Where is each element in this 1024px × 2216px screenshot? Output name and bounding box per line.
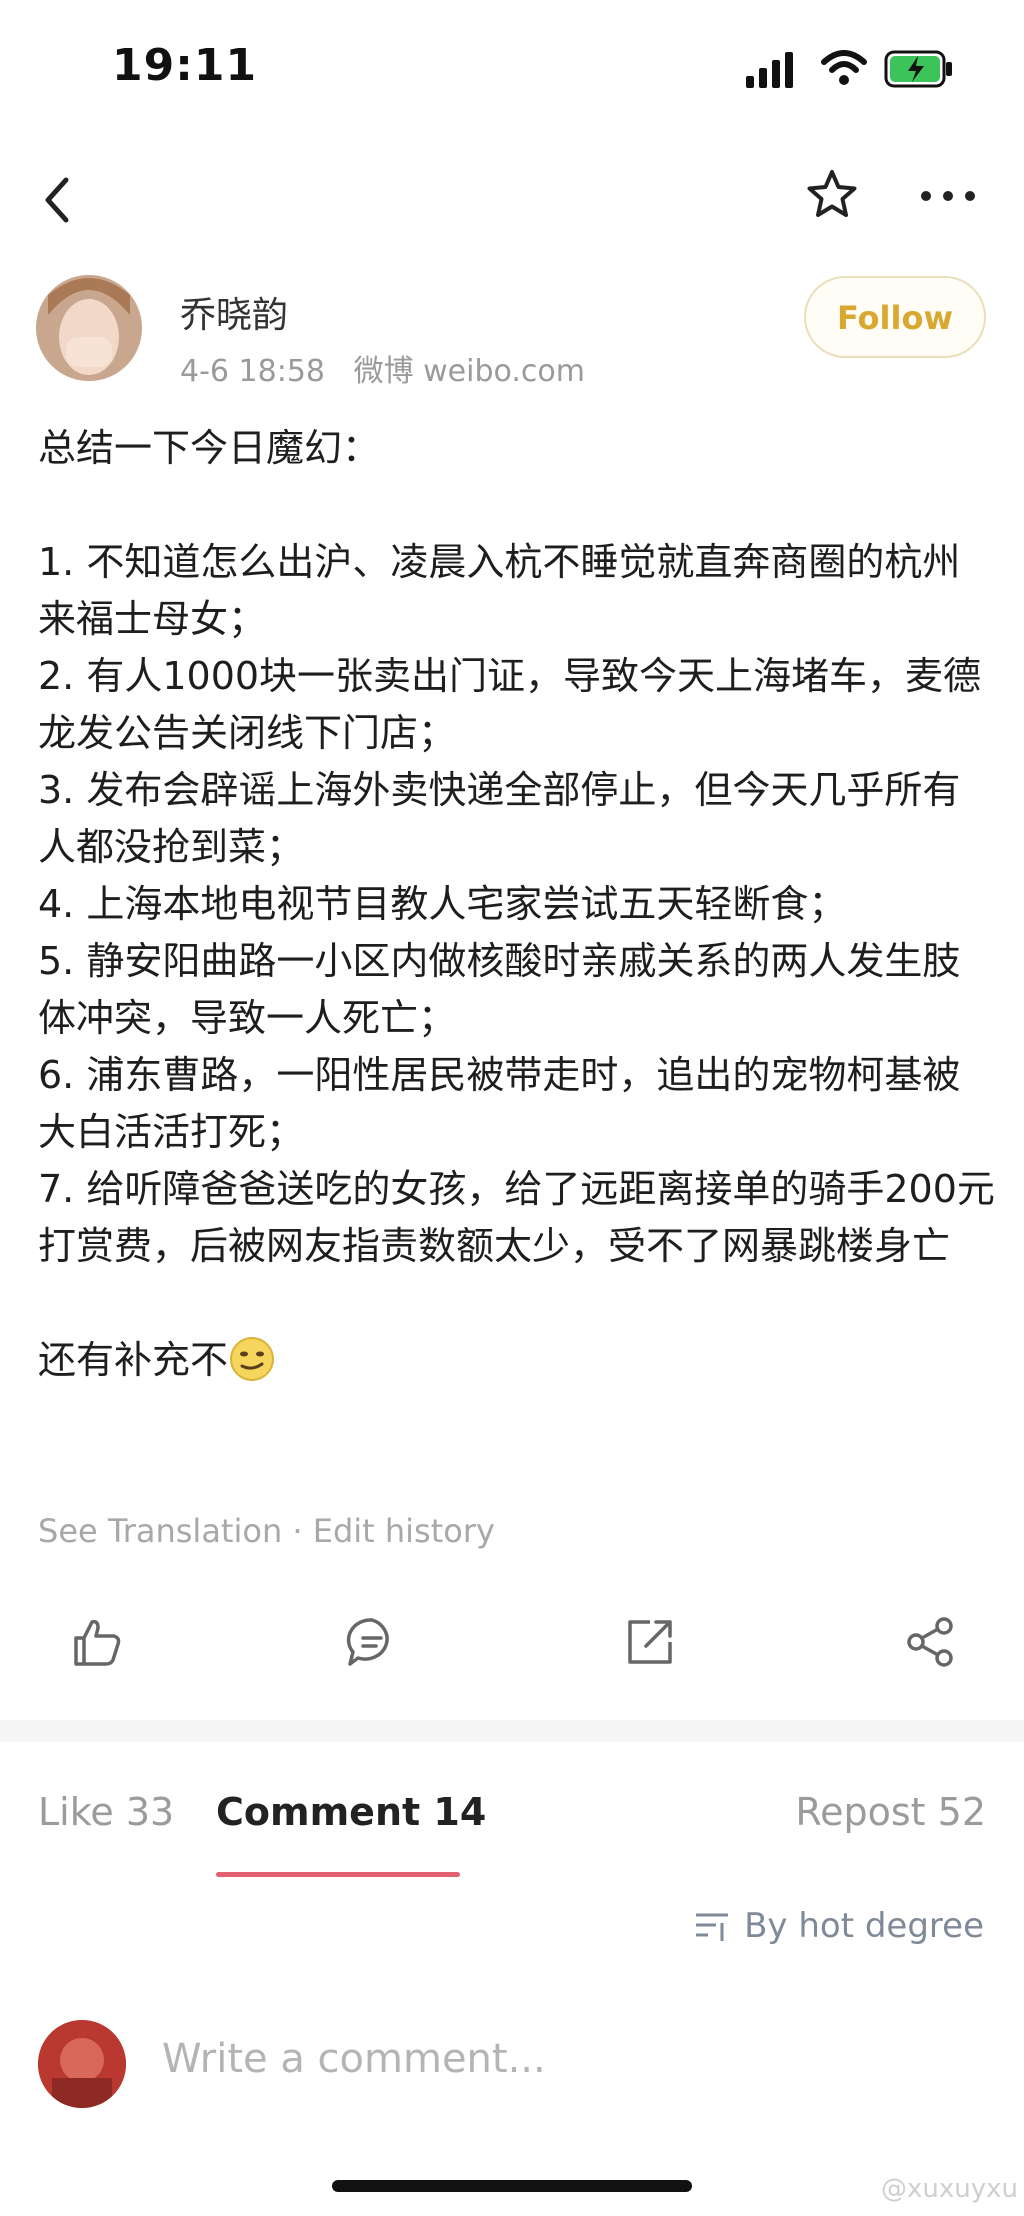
tab-comment[interactable]: Comment 14 <box>216 1790 486 1834</box>
star-icon[interactable] <box>802 166 862 226</box>
post-line-last: 还有补充不 <box>38 1332 998 1389</box>
wifi-icon <box>821 50 867 85</box>
back-icon[interactable] <box>36 168 76 232</box>
edit-history-link[interactable]: Edit history <box>313 1512 495 1550</box>
post-line: 5. 静安阳曲路一小区内做核酸时亲戚关系的两人发生肢体冲突，导致一人死亡； <box>38 939 961 1040</box>
nav-bar <box>0 140 1024 260</box>
see-translation-link[interactable]: See Translation <box>38 1512 282 1550</box>
comment-input[interactable]: Write a comment... <box>162 2036 546 2082</box>
author-name[interactable]: 乔晓韵 <box>180 286 288 338</box>
user-avatar <box>38 2020 126 2108</box>
link-separator: · <box>292 1512 303 1550</box>
post-line: 总结一下今日魔幻： <box>38 426 381 470</box>
post-source: 微博 weibo.com <box>353 354 585 389</box>
share-icon[interactable] <box>900 1612 960 1672</box>
watermark: @xuxuyxu <box>881 2174 1018 2204</box>
status-bar: 19:11 <box>0 0 1024 140</box>
post-line: 2. 有人1000块一张卖出门证，导致今天上海堵车，麦德龙发公告关闭线下门店； <box>38 654 982 755</box>
comment-icon[interactable] <box>342 1612 402 1672</box>
like-icon[interactable] <box>66 1612 126 1672</box>
action-bar <box>0 1612 1024 1692</box>
author-avatar[interactable] <box>36 275 142 381</box>
post-date: 4-6 18:58 <box>180 354 325 389</box>
comment-compose-row: Write a comment... <box>0 2008 1024 2128</box>
post-line: 1. 不知道怎么出沪、凌晨入杭不睡觉就直奔商圈的杭州来福士母女； <box>38 540 961 641</box>
interaction-tabs: Like 33 Comment 14 Repost 52 <box>0 1762 1024 1882</box>
post-meta: 4-6 18:58 微博 weibo.com <box>180 346 585 390</box>
post-line: 4. 上海本地电视节目教人宅家尝试五天轻断食； <box>38 882 847 926</box>
post-line-blank <box>38 477 998 534</box>
home-indicator[interactable] <box>332 2180 692 2192</box>
post-line: 7. 给听障爸爸送吃的女孩，给了远距离接单的骑手200元打赏费，后被网友指责数额… <box>38 1167 995 1268</box>
sort-icon <box>696 1913 729 1941</box>
repost-icon[interactable] <box>620 1612 680 1672</box>
battery-charging-icon <box>884 50 952 88</box>
status-time: 19:11 <box>112 40 258 91</box>
post-body: 总结一下今日魔幻： 1. 不知道怎么出沪、凌晨入杭不睡觉就直奔商圈的杭州来福士母… <box>38 420 998 1389</box>
post-line-blank <box>38 1275 998 1332</box>
tab-like[interactable]: Like 33 <box>38 1790 174 1834</box>
more-icon[interactable] <box>918 176 978 216</box>
post-line: 3. 发布会辟谣上海外卖快递全部停止，但今天几乎所有人都没抢到菜； <box>38 768 961 869</box>
post-links: See Translation · Edit history <box>38 1512 495 1550</box>
cellular-signal-icon <box>746 52 793 88</box>
post-closing-text: 还有补充不 <box>38 1338 229 1382</box>
smirk-emoji-icon <box>230 1337 275 1381</box>
sort-selector[interactable]: By hot degree <box>694 1906 984 1946</box>
follow-button[interactable]: Follow <box>804 276 986 358</box>
sort-label: By hot degree <box>744 1906 984 1946</box>
active-tab-indicator <box>216 1872 460 1877</box>
section-divider <box>0 1720 1024 1742</box>
tab-repost[interactable]: Repost 52 <box>795 1790 986 1834</box>
post-line: 6. 浦东曹路，一阳性居民被带走时，追出的宠物柯基被大白活活打死； <box>38 1053 961 1154</box>
